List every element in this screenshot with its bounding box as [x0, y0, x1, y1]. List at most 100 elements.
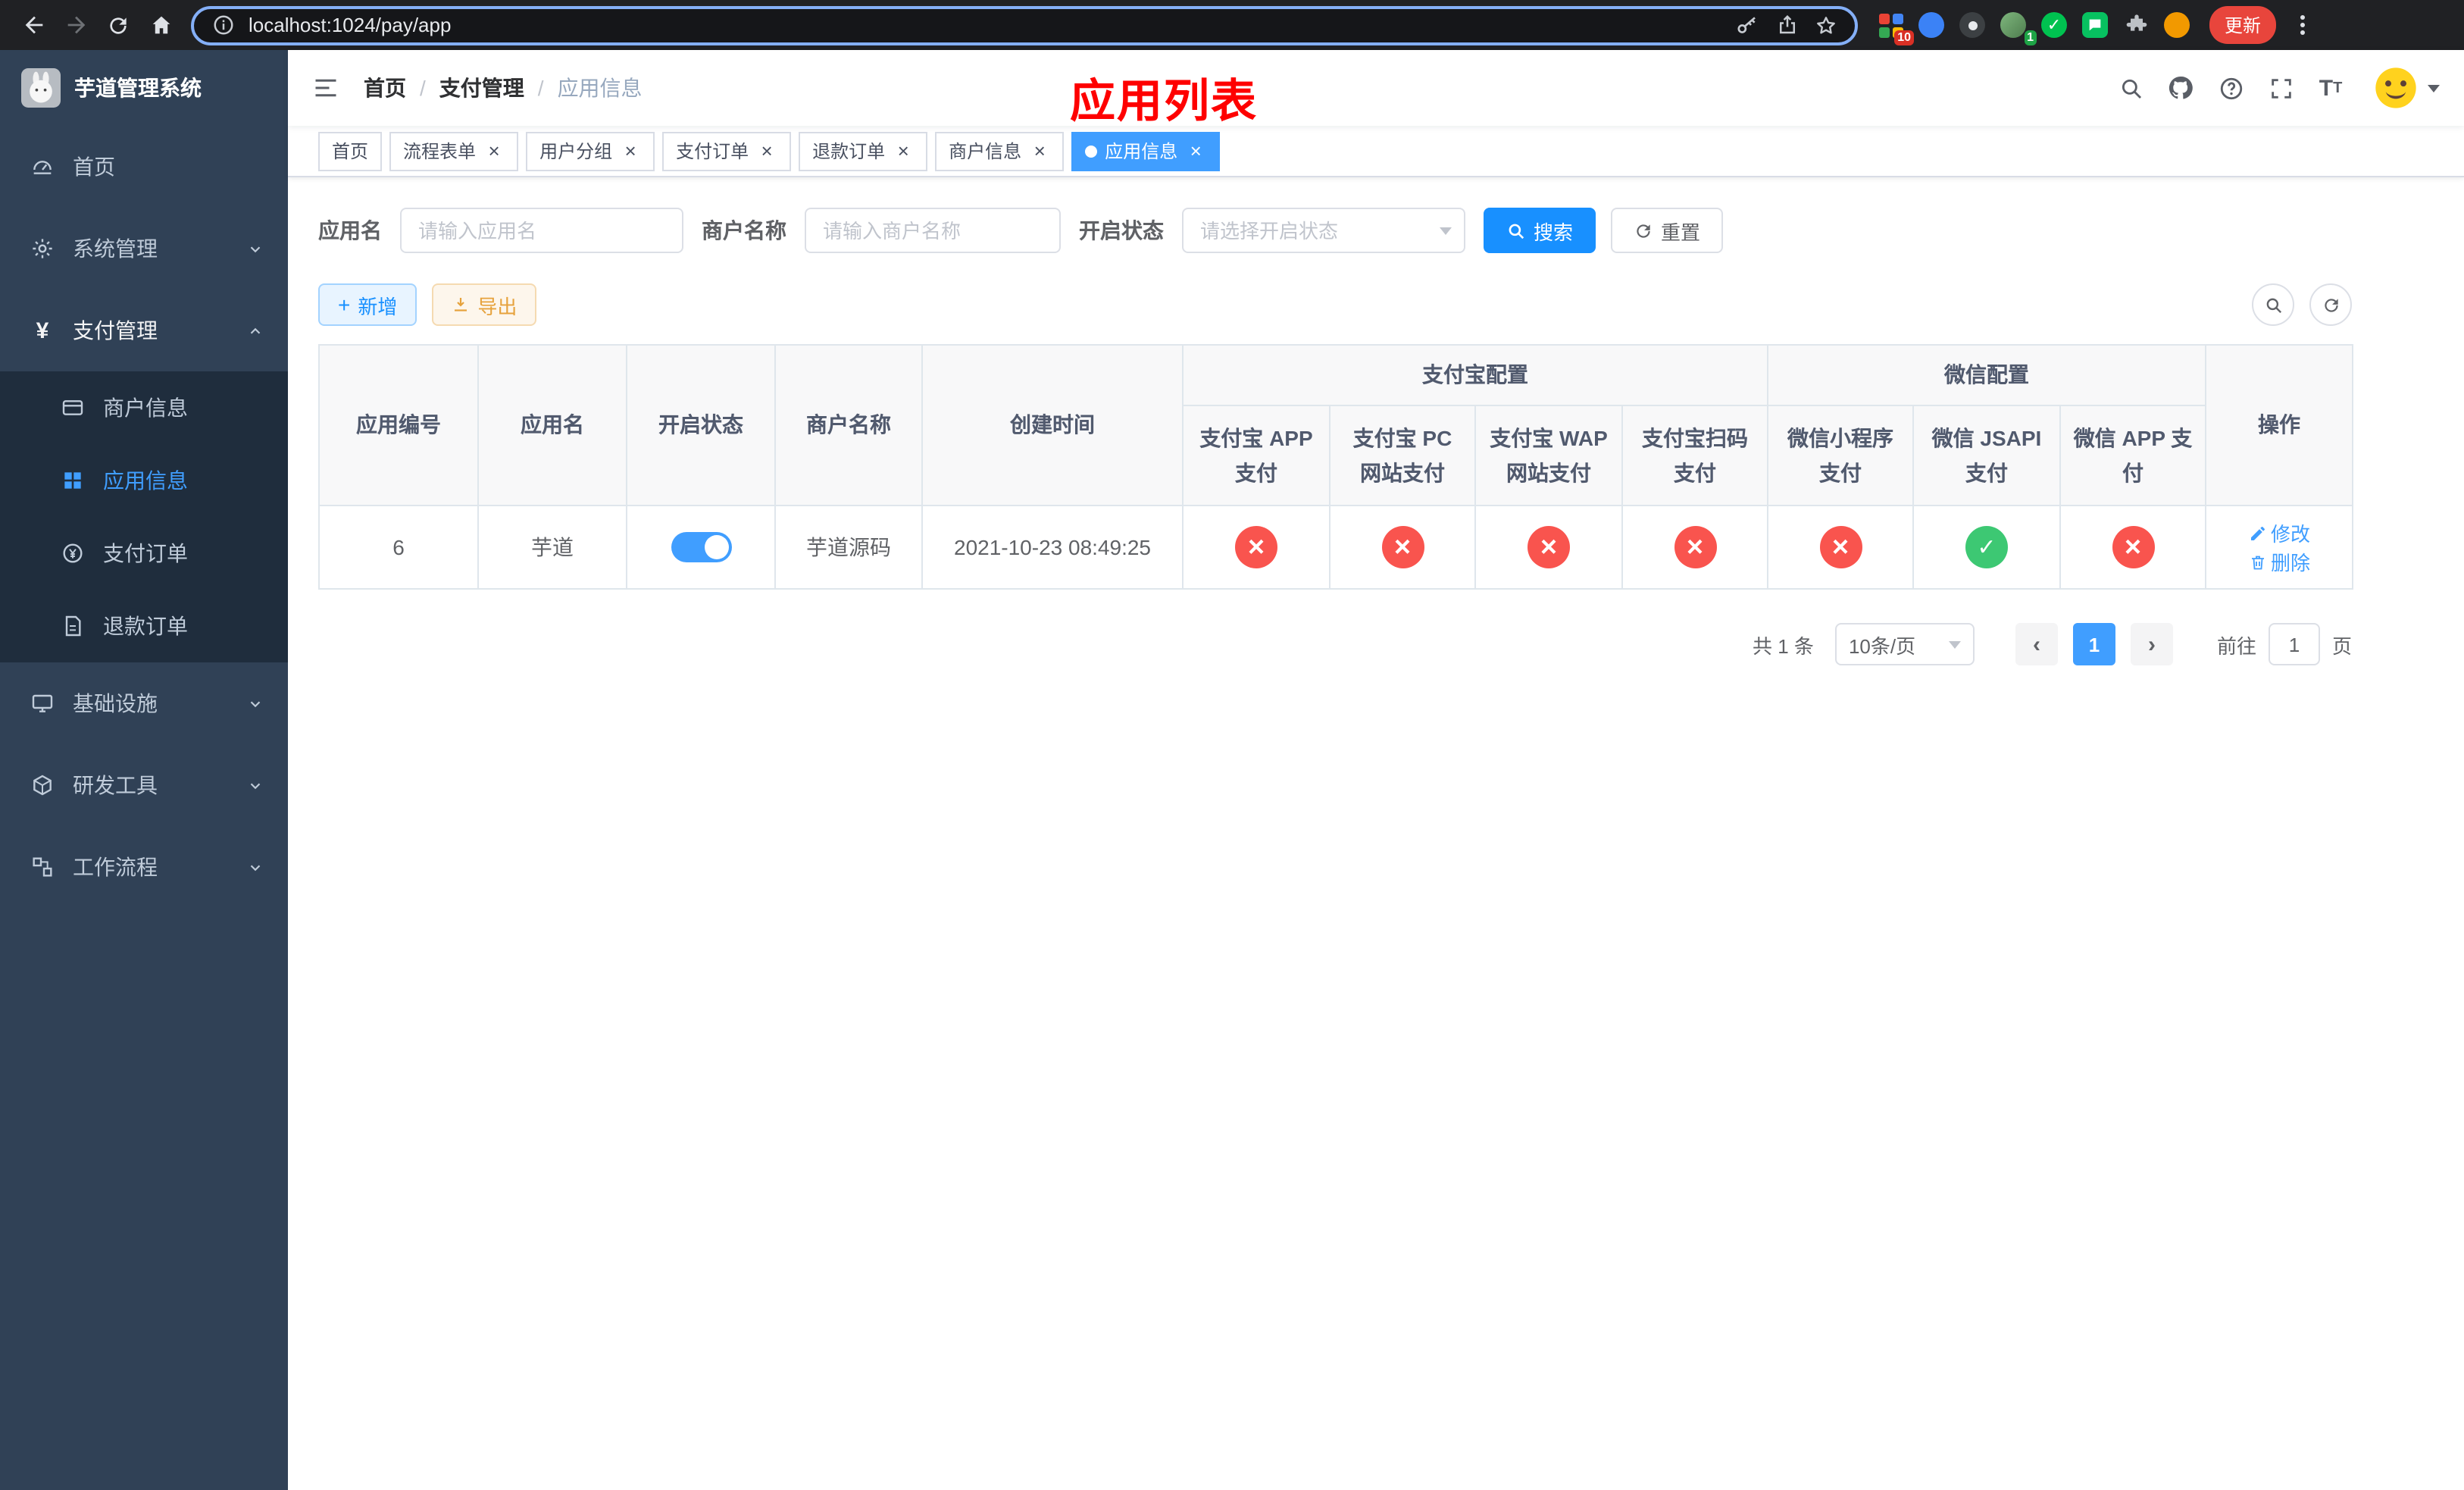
sidebar-item-infra[interactable]: 基础设施	[0, 662, 288, 744]
status-select-input[interactable]	[1182, 208, 1465, 253]
page-number-button[interactable]: 1	[2072, 623, 2115, 665]
export-button[interactable]: 导出	[432, 283, 537, 326]
close-icon[interactable]: ×	[756, 140, 777, 161]
close-icon[interactable]: ×	[1185, 140, 1206, 161]
breadcrumb-payment[interactable]: 支付管理	[439, 73, 524, 103]
alipay-wap-status	[1527, 526, 1570, 568]
tab-refund-order[interactable]: 退款订单 ×	[799, 131, 928, 171]
tab-home[interactable]: 首页	[318, 131, 383, 171]
url-text[interactable]: localhost:1024/pay/app	[249, 14, 1721, 36]
col-alipay-app: 支付宝 APP 支付	[1182, 405, 1330, 506]
chevron-down-icon	[250, 864, 261, 871]
alipay-qr-status	[1674, 526, 1716, 568]
status-select[interactable]	[1182, 208, 1465, 253]
search-icon[interactable]	[2111, 68, 2150, 108]
search-button[interactable]: 搜索	[1484, 208, 1596, 253]
col-create-time: 创建时间	[921, 344, 1184, 506]
bookmark-star-icon[interactable]	[1812, 11, 1840, 39]
filter-form: 应用名 商户名称 开启状态	[318, 208, 2434, 253]
col-status: 开启状态	[626, 344, 776, 506]
app-logo-row[interactable]: 芋道管理系统	[0, 50, 288, 126]
browser-update-button[interactable]: 更新	[2209, 6, 2277, 44]
breadcrumb-home[interactable]: 首页	[364, 73, 406, 103]
tab-merchant-info[interactable]: 商户信息 ×	[935, 131, 1065, 171]
browser-refresh-icon[interactable]	[97, 5, 139, 45]
chevron-down-icon	[1440, 227, 1452, 235]
sidebar-item-payment[interactable]: ¥ 支付管理	[0, 290, 288, 371]
export-button-label: 导出	[477, 295, 518, 318]
payment-submenu: 商户信息 应用信息 支付订单 退款订单	[0, 371, 288, 662]
status-label: 开启状态	[1079, 218, 1164, 243]
sidebar-item-system[interactable]: 系统管理	[0, 208, 288, 290]
page-title: 应用列表	[1070, 77, 1258, 127]
delete-link[interactable]: 删除	[2248, 547, 2310, 576]
merchant-name-input[interactable]	[805, 208, 1061, 253]
browser-menu-icon[interactable]	[2291, 9, 2314, 41]
reset-button[interactable]: 重置	[1611, 208, 1724, 253]
github-icon[interactable]	[2161, 68, 2200, 108]
tab-app-info[interactable]: 应用信息 ×	[1071, 131, 1221, 171]
edit-link[interactable]: 修改	[2248, 518, 2310, 547]
next-page-button[interactable]: ›	[2130, 623, 2173, 665]
extension-blue-icon[interactable]	[1917, 11, 1946, 39]
browser-home-icon[interactable]	[139, 5, 182, 45]
app-name-input[interactable]	[400, 208, 683, 253]
password-key-icon[interactable]	[1734, 11, 1761, 39]
extension-avatar-icon[interactable]: 1	[1999, 11, 2037, 45]
help-icon[interactable]	[2211, 68, 2250, 108]
sidebar-item-label: 系统管理	[73, 236, 158, 261]
share-icon[interactable]	[1773, 11, 1800, 39]
extension-dark-icon[interactable]	[1958, 11, 1987, 39]
goto-page-input[interactable]	[2268, 623, 2320, 665]
sidebar-item-home[interactable]: 首页	[0, 126, 288, 208]
alipay-app-status	[1235, 526, 1277, 568]
screen: localhost:1024/pay/app 10 1 ✓ 更新 芋道管理系统 …	[0, 0, 2464, 1490]
browser-forward-icon[interactable]	[55, 5, 97, 45]
reset-button-label: 重置	[1661, 221, 1701, 243]
plus-icon: +	[338, 293, 351, 317]
close-icon[interactable]: ×	[1029, 140, 1050, 161]
fullscreen-icon[interactable]	[2261, 68, 2300, 108]
download-icon	[455, 298, 467, 311]
extension-check-icon[interactable]: ✓	[2040, 11, 2068, 39]
font-size-icon[interactable]: TT	[2311, 68, 2350, 108]
sidebar-item-merchant-info[interactable]: 商户信息	[0, 371, 288, 444]
sidebar-item-devtools[interactable]: 研发工具	[0, 744, 288, 826]
page-size-select[interactable]: 10条/页	[1834, 623, 1975, 665]
status-toggle[interactable]	[671, 532, 731, 562]
add-button[interactable]: + 新增	[318, 283, 417, 326]
search-button-label: 搜索	[1534, 221, 1574, 243]
sidebar-collapse-icon[interactable]	[312, 74, 339, 102]
browser-back-icon[interactable]	[12, 5, 55, 45]
sidebar-item-refund-order[interactable]: 退款订单	[0, 590, 288, 662]
close-icon[interactable]: ×	[893, 140, 914, 161]
gear-icon	[30, 236, 55, 261]
tab-process-form[interactable]: 流程表单 ×	[389, 131, 519, 171]
col-actions: 操作	[2205, 344, 2354, 506]
sidebar-item-workflow[interactable]: 工作流程	[0, 826, 288, 908]
show-search-toggle-button[interactable]	[2252, 283, 2294, 326]
chevron-down-icon	[2428, 84, 2440, 92]
add-button-label: 新增	[358, 295, 398, 318]
tab-pay-order[interactable]: 支付订单 ×	[662, 131, 792, 171]
close-icon[interactable]: ×	[483, 140, 505, 161]
close-icon[interactable]: ×	[620, 140, 641, 161]
extension-puzzle-icon[interactable]	[2122, 11, 2150, 39]
sidebar-item-pay-order[interactable]: 支付订单	[0, 517, 288, 590]
breadcrumb-separator: /	[420, 76, 426, 100]
merchant-name-label: 商户名称	[702, 218, 786, 243]
tab-user-group[interactable]: 用户分组 ×	[526, 131, 655, 171]
navbar-tools: TT	[2111, 65, 2440, 111]
extension-colorful-icon[interactable]: 10	[1876, 11, 1914, 45]
site-info-icon[interactable]	[209, 11, 236, 39]
col-group-wechat: 微信配置	[1766, 344, 2207, 406]
user-menu[interactable]	[2373, 65, 2440, 111]
address-bar[interactable]: localhost:1024/pay/app	[191, 5, 1858, 45]
col-alipay-qr: 支付宝扫码支付	[1621, 405, 1768, 506]
extension-profile-icon[interactable]	[2162, 11, 2191, 39]
sidebar-item-label: 研发工具	[73, 773, 158, 797]
sidebar-item-app-info[interactable]: 应用信息	[0, 444, 288, 517]
refresh-table-button[interactable]	[2309, 283, 2352, 326]
extension-chat-icon[interactable]	[2081, 11, 2109, 39]
prev-page-button[interactable]: ‹	[2015, 623, 2058, 665]
